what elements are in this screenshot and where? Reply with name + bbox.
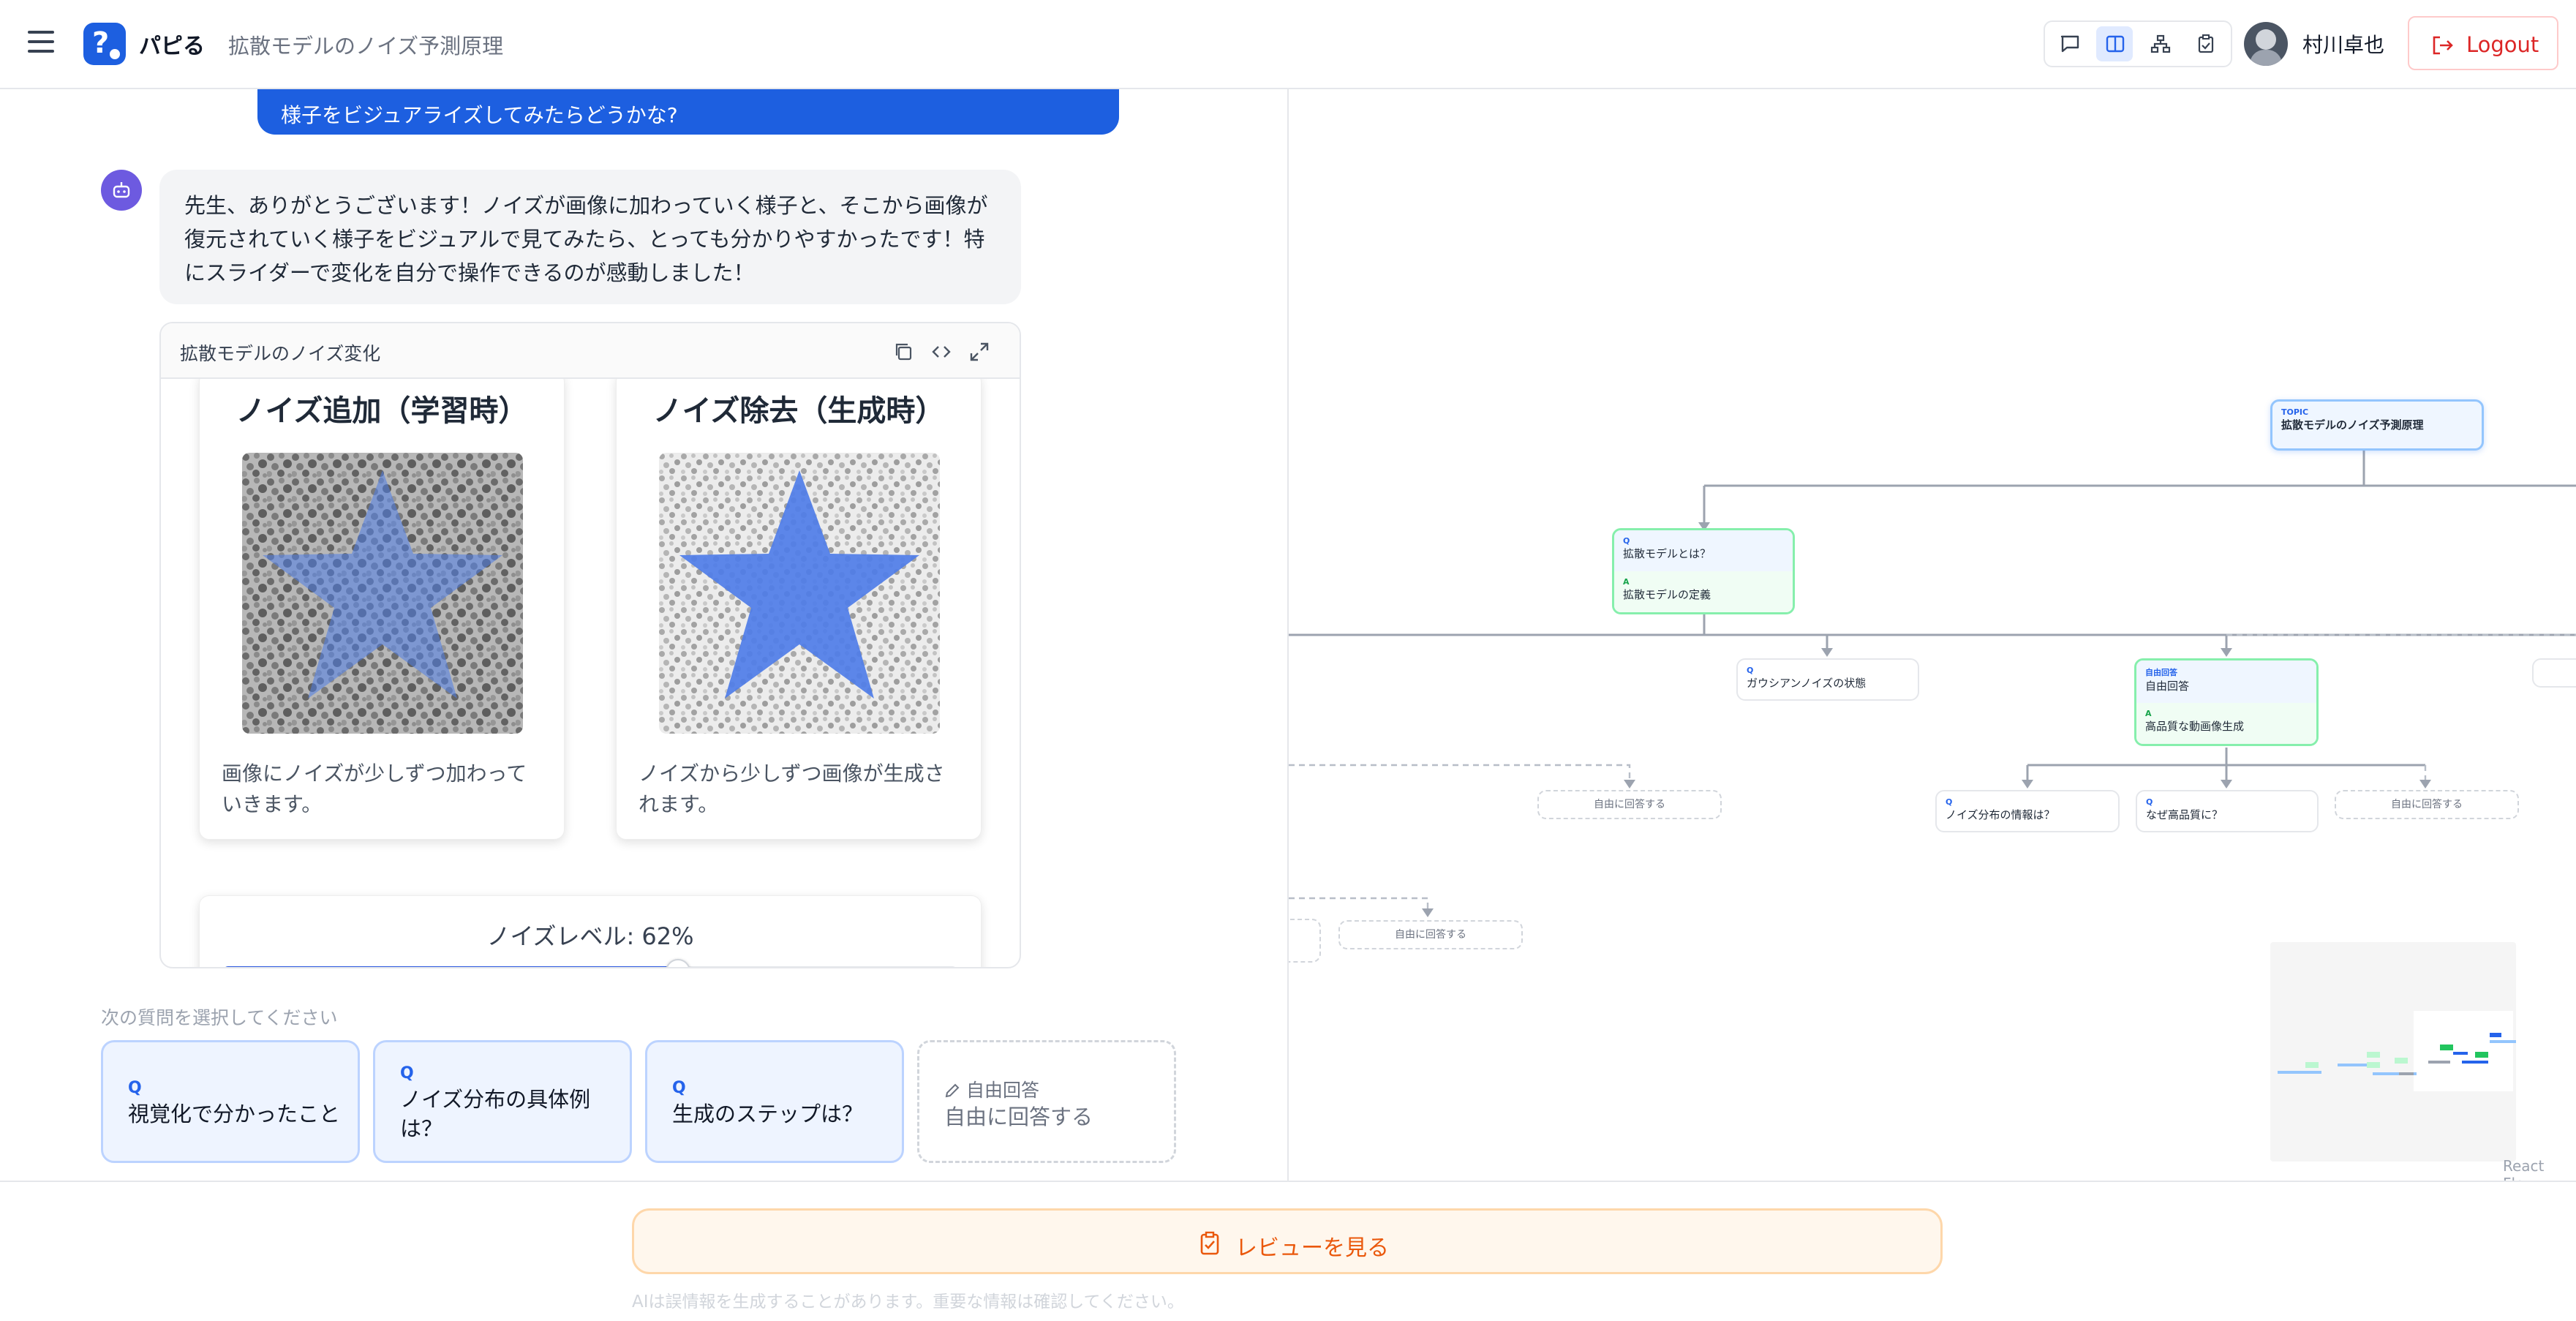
q-node-noise-dist[interactable]: Q ノイズ分布の情報は？: [1935, 790, 2120, 832]
noise-level-slider[interactable]: [223, 959, 957, 967]
noise-remove-card: ノイズ除去（生成時） ノイズから少しずつ画像が生成されます。: [616, 379, 982, 840]
q-text: ノイズ分布の具体例は？: [400, 1087, 591, 1141]
free-answer-node[interactable]: 自由に回答する: [2335, 790, 2519, 819]
slider-fill: [223, 966, 678, 967]
chat-view-icon[interactable]: [2051, 26, 2087, 61]
disclaimer: AIは誤情報を生成することがあります。重要な情報は確認してください。: [632, 1292, 1184, 1311]
topic-tag: TOPIC: [2281, 407, 2309, 417]
bot-message: 先生、ありがとうございます！ノイズが画像に加わっていく様子と、そこから画像が復元…: [159, 170, 1021, 304]
bot-avatar: [101, 170, 142, 211]
node-question: なぜ高品質に？: [2146, 808, 2223, 821]
expand-icon[interactable]: [968, 341, 990, 363]
node-question: ガウシアンノイズの状態: [1747, 677, 1867, 690]
logout-label: Logout: [2466, 32, 2539, 57]
user-name: 村川卓也: [2302, 33, 2385, 57]
node-question: 拡散モデルとは？: [1623, 547, 1711, 560]
noise-remove-title: ノイズ除去（生成時）: [652, 394, 945, 428]
noise-level-panel: ノイズレベル: 62%: [199, 895, 982, 967]
avatar[interactable]: [2244, 22, 2288, 66]
app-logo: ?: [83, 23, 126, 65]
footer: レビューを見る AIは誤情報を生成することがあります。重要な情報は確認してくださ…: [0, 1181, 2576, 1321]
robot-icon: [113, 182, 130, 198]
qa-node-definition[interactable]: Q 拡散モデルとは？ A 拡散モデルの定義: [1612, 528, 1795, 614]
node-question: ノイズ分布の情報は？: [1946, 808, 2055, 821]
q-node-quality[interactable]: Q なぜ高品質に？: [2136, 790, 2319, 832]
next-questions-label: 次の質問を選択してください: [101, 1007, 338, 1028]
artifact-header: 拡散モデルのノイズ変化: [161, 323, 1020, 379]
offscreen-node[interactable]: [1289, 919, 1321, 963]
q-text: 視覚化で分かったこと: [128, 1102, 341, 1126]
review-button[interactable]: レビューを見る: [632, 1208, 1943, 1274]
visualization-artifact: 拡散モデルのノイズ変化 ノイズ追加（学習時） 画像にノイズが少しずつ加わっていき…: [159, 322, 1021, 968]
offscreen-node[interactable]: [2532, 658, 2576, 688]
minimap[interactable]: [2270, 942, 2516, 1162]
q-tag: Q: [128, 1079, 142, 1097]
noise-remove-desc: ノイズから少しずつ画像が生成されます。: [639, 761, 945, 816]
q-tag: Q: [672, 1079, 686, 1097]
noise-add-title: ノイズ追加（学習時）: [236, 394, 528, 428]
question-option-2[interactable]: Q ノイズ分布の具体例は？: [373, 1040, 632, 1163]
tree-view-icon[interactable]: [2142, 26, 2178, 61]
free-answer-tag: 自由回答: [944, 1076, 1039, 1102]
logout-button[interactable]: Logout: [2408, 16, 2558, 70]
review-label: レビューを見る: [1235, 1235, 1389, 1261]
noise-level-label: ノイズレベル: 62%: [486, 922, 694, 950]
logout-icon: [2433, 36, 2453, 55]
user-message: 様子をビジュアライズしてみたらどうかな?: [257, 89, 1119, 135]
slider-thumb[interactable]: [666, 959, 690, 967]
code-icon[interactable]: [930, 341, 952, 363]
artifact-title: 拡散モデルのノイズ変化: [180, 343, 381, 364]
user-message-text: 様子をビジュアライズしてみたらどうかな?: [281, 103, 678, 127]
node-free-tag: 自由回答: [2145, 668, 2177, 677]
topic-node[interactable]: TOPIC 拡散モデルのノイズ予測原理: [2270, 399, 2484, 451]
node-answer: 高品質な動画像生成: [2145, 720, 2245, 733]
question-option-1[interactable]: Q 視覚化で分かったこと: [101, 1040, 360, 1163]
view-switcher: [2044, 20, 2232, 67]
noise-add-card: ノイズ追加（学習時） 画像にノイズが少しずつ加わっていきます。: [199, 379, 565, 840]
node-answer: 拡散モデルの定義: [1623, 588, 1711, 601]
free-answer-option[interactable]: 自由回答 自由に回答する: [917, 1040, 1176, 1163]
react-flow-attribution[interactable]: React Flow: [2503, 1157, 2576, 1181]
q-tag: Q: [400, 1064, 414, 1083]
review-view-icon[interactable]: [2187, 26, 2223, 61]
artifact-body: ノイズ追加（学習時） 画像にノイズが少しずつ加わっていきます。 ノイズ除去（生成…: [161, 379, 1020, 967]
noise-add-desc: 画像にノイズが少しずつ加わっていきます。: [222, 761, 527, 816]
chat-pane: 様子をビジュアライズしてみたらどうかな? 先生、ありがとうございます！ノイズが画…: [0, 89, 1287, 1181]
topic-text: 拡散モデルのノイズ予測原理: [2281, 418, 2424, 432]
menu-icon[interactable]: [28, 31, 54, 53]
free-answer-node[interactable]: 自由に回答する: [1338, 920, 1523, 949]
top-bar: ? パピる 拡散モデルのノイズ予測原理 村川卓也 Logout: [0, 0, 2576, 89]
copy-icon[interactable]: [892, 341, 914, 363]
question-option-3[interactable]: Q 生成のステップは？: [645, 1040, 904, 1163]
app-name: パピる: [139, 34, 205, 59]
pencil-icon: [945, 1083, 960, 1098]
noise-remove-image: [659, 453, 940, 734]
free-answer-text: 自由に回答する: [944, 1104, 1093, 1129]
qa-node-free[interactable]: 自由回答 自由回答 A 高品質な動画像生成: [2134, 658, 2319, 746]
clipboard-icon: [1200, 1231, 1219, 1255]
q-text: 生成のステップは？: [672, 1102, 864, 1126]
node-question: 自由回答: [2145, 680, 2190, 693]
free-answer-node[interactable]: 自由に回答する: [1537, 790, 1722, 819]
page-title: 拡散モデルのノイズ予測原理: [228, 34, 504, 59]
q-node-gaussian[interactable]: Q ガウシアンノイズの状態: [1736, 658, 1919, 701]
noise-add-image: [242, 453, 523, 734]
mindmap-pane: TOPIC 拡散モデルのノイズ予測原理 Q 拡散モデルとは？ A 拡散モデルの定…: [1287, 89, 2576, 1181]
split-view-icon[interactable]: [2096, 26, 2133, 61]
